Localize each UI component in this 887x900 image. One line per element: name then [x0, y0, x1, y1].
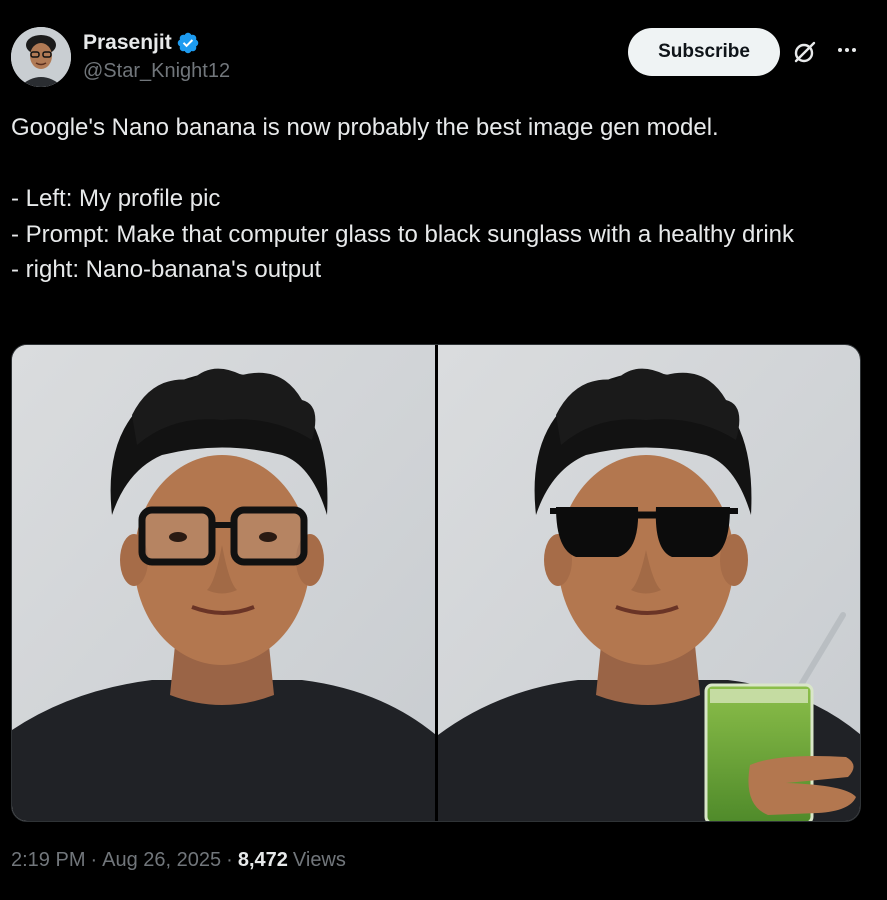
views-count: 8,472: [237, 849, 288, 871]
tweet-text: Google's Nano banana is now probably the…: [11, 110, 861, 288]
tweet-date[interactable]: Aug 26, 2025: [102, 849, 221, 872]
right-photo-image: [437, 345, 860, 821]
tweet-media: [11, 344, 861, 822]
more-dot: [845, 48, 849, 52]
meta-separator: ·: [226, 849, 233, 871]
tweet-line: Google's Nano banana is now probably the…: [11, 114, 719, 141]
author-info: Prasenjit @Star_Knight12: [83, 30, 230, 83]
tweet-header: Prasenjit @Star_Knight12 Subscribe: [11, 27, 875, 89]
media-photo-right[interactable]: [437, 345, 860, 821]
meta-separator: ·: [90, 849, 98, 871]
subscribe-button[interactable]: Subscribe: [628, 28, 780, 76]
tweet-line: - Prompt: Make that computer glass to bl…: [11, 220, 795, 248]
views-label: Views: [292, 849, 346, 871]
name-row: Prasenjit: [83, 30, 230, 56]
avatar[interactable]: [11, 27, 71, 87]
avatar-image: [11, 27, 71, 87]
more-dot: [838, 48, 842, 52]
tweet-card: Prasenjit @Star_Knight12 Subscribe Googl…: [0, 0, 887, 900]
tweet-meta: 2:19 PM · Aug 26, 2025 · 8,472 Views: [11, 849, 346, 872]
author-handle[interactable]: @Star_Knight12: [83, 60, 230, 83]
verified-badge-icon[interactable]: [176, 31, 200, 55]
more-icon[interactable]: [834, 37, 860, 63]
grok-icon[interactable]: [792, 39, 818, 65]
tweet-line: - right: Nano-banana's output: [11, 256, 322, 284]
tweet-line: - Left: My profile pic: [11, 185, 221, 213]
tweet-time[interactable]: 2:19 PM: [11, 849, 85, 872]
display-name[interactable]: Prasenjit: [83, 31, 172, 55]
media-photo-left[interactable]: [12, 345, 435, 821]
tweet-line: [11, 146, 861, 182]
left-photo-image: [12, 345, 435, 821]
more-dot: [852, 48, 856, 52]
